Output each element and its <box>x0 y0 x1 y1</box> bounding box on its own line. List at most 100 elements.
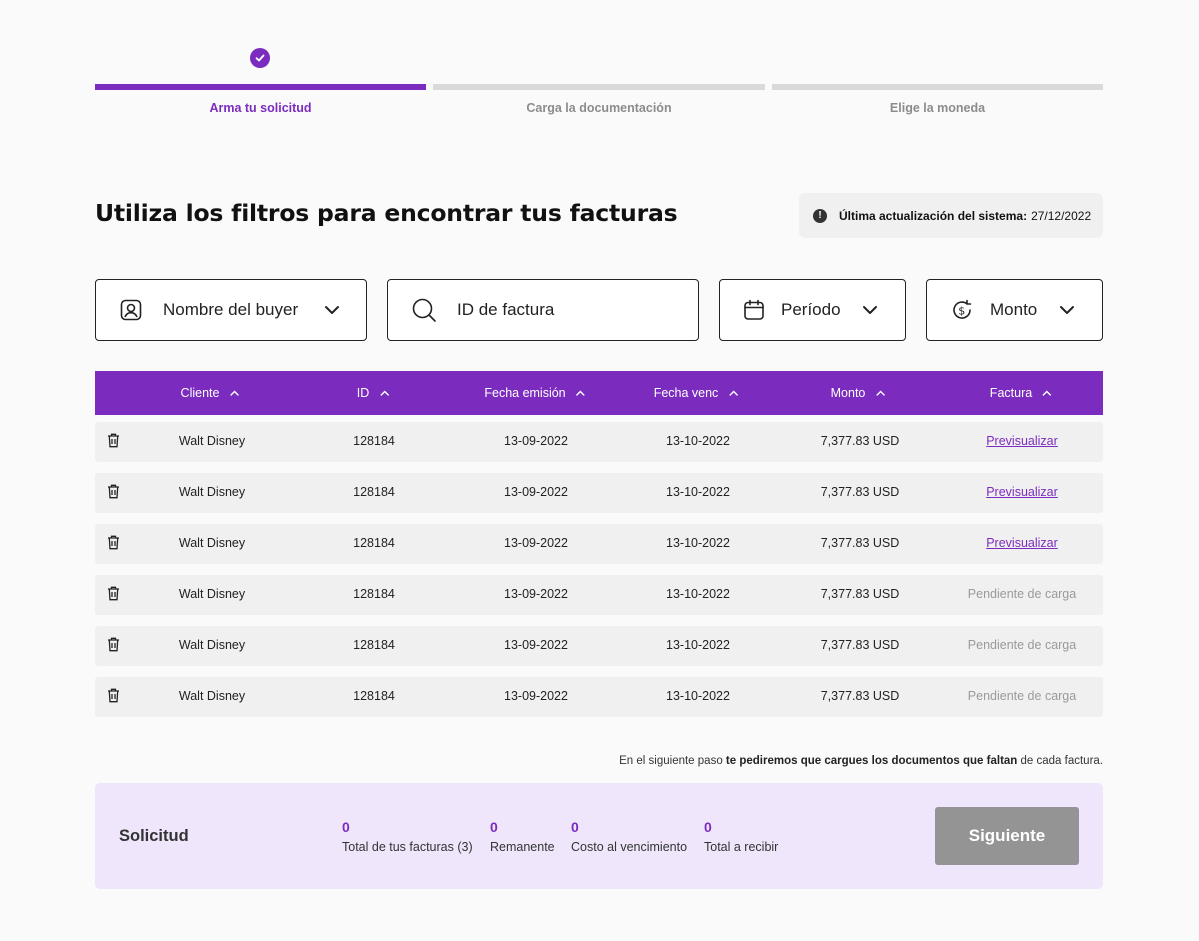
step-progress-bar <box>433 84 765 90</box>
system-update-notice: ! Última actualización del sistema: 27/1… <box>799 193 1103 238</box>
note-suffix: de cada factura. <box>1017 755 1103 767</box>
pending-status: Pendiente de carga <box>967 587 1077 601</box>
cell-fecha-venc: 13-10-2022 <box>666 485 730 499</box>
cell-id: 128184 <box>353 434 395 448</box>
cell-fecha-emision: 13-09-2022 <box>504 434 568 448</box>
cell-cliente: Walt Disney <box>178 638 246 652</box>
step-label: Carga la documentación <box>526 101 672 115</box>
metric-costo-vencimiento: 0 Costo al vencimiento <box>571 819 687 854</box>
check-icon <box>250 48 270 68</box>
trash-icon[interactable] <box>107 433 120 448</box>
cell-monto: 7,377.83 USD <box>820 587 900 601</box>
chevron-down-icon <box>862 302 878 318</box>
svg-text:$: $ <box>958 305 965 318</box>
info-icon: ! <box>813 208 827 223</box>
preview-link[interactable]: Previsualizar <box>986 485 1058 499</box>
chevron-down-icon <box>1059 302 1075 318</box>
next-button[interactable]: Siguiente <box>935 807 1079 865</box>
period-filter[interactable]: Período <box>719 279 906 341</box>
table-row: Walt Disney 128184 13-09-2022 13-10-2022… <box>95 422 1103 462</box>
step-label: Arma tu solicitud <box>209 101 312 115</box>
search-icon <box>411 297 437 323</box>
amount-filter[interactable]: $ Monto <box>926 279 1103 341</box>
cell-id: 128184 <box>353 536 395 550</box>
page-title: Utiliza los filtros para encontrar tus f… <box>95 199 678 227</box>
cell-id: 128184 <box>353 638 395 652</box>
cell-fecha-emision: 13-09-2022 <box>504 536 568 550</box>
cell-monto: 7,377.83 USD <box>820 485 900 499</box>
step-progress-bar <box>95 84 426 90</box>
trash-icon[interactable] <box>107 535 120 550</box>
step-arma-tu-solicitud[interactable]: Arma tu solicitud <box>95 84 426 115</box>
cell-monto: 7,377.83 USD <box>820 638 900 652</box>
sort-up-icon <box>875 389 885 397</box>
sort-up-icon <box>1042 389 1052 397</box>
column-header-fecha-emision[interactable]: Fecha emisión <box>484 386 585 400</box>
cell-fecha-venc: 13-10-2022 <box>666 638 730 652</box>
cell-monto: 7,377.83 USD <box>820 434 900 448</box>
metric-label: Total a recibir <box>704 840 779 854</box>
column-header-cliente[interactable]: Cliente <box>181 386 240 400</box>
buyer-filter-label: Nombre del buyer <box>163 300 299 319</box>
cell-cliente: Walt Disney <box>178 536 246 550</box>
trash-icon[interactable] <box>107 637 120 652</box>
column-header-monto[interactable]: Monto <box>831 386 886 400</box>
cell-fecha-emision: 13-09-2022 <box>504 638 568 652</box>
column-header-label: Fecha venc <box>653 386 719 400</box>
table-row: Walt Disney 128184 13-09-2022 13-10-2022… <box>95 524 1103 564</box>
chevron-down-icon <box>324 302 340 318</box>
cell-id: 128184 <box>353 689 395 703</box>
cell-fecha-venc: 13-10-2022 <box>666 536 730 550</box>
sort-up-icon <box>379 389 389 397</box>
cell-monto: 7,377.83 USD <box>820 536 900 550</box>
invoices-table: Cliente ID Fecha emisión Fecha venc Mont… <box>95 371 1103 717</box>
trash-icon[interactable] <box>107 688 120 703</box>
cell-fecha-venc: 13-10-2022 <box>666 689 730 703</box>
step-elige-moneda[interactable]: Elige la moneda <box>772 84 1103 115</box>
trash-icon[interactable] <box>107 586 120 601</box>
cell-cliente: Walt Disney <box>178 485 246 499</box>
column-header-fecha-venc[interactable]: Fecha venc <box>654 386 739 400</box>
column-header-label: ID <box>356 386 370 400</box>
metric-value: 0 <box>571 819 579 835</box>
period-filter-label: Período <box>781 300 841 319</box>
metric-value: 0 <box>490 819 498 835</box>
cell-id: 128184 <box>353 485 395 499</box>
buyer-filter[interactable]: Nombre del buyer <box>95 279 367 341</box>
cell-fecha-venc: 13-10-2022 <box>666 434 730 448</box>
dollar-refresh-icon: $ <box>950 298 974 322</box>
invoice-id-input[interactable] <box>457 300 677 320</box>
next-step-note: En el siguiente paso te pediremos que ca… <box>619 755 1103 767</box>
step-progress-bar <box>772 84 1103 90</box>
amount-filter-label: Monto <box>990 300 1038 319</box>
cell-cliente: Walt Disney <box>178 689 246 703</box>
sort-up-icon <box>728 389 738 397</box>
stepper: Arma tu solicitud Carga la documentación… <box>95 46 1103 116</box>
metric-label: Total de tus facturas (3) <box>342 840 473 854</box>
pending-status: Pendiente de carga <box>967 689 1077 703</box>
trash-icon[interactable] <box>107 484 120 499</box>
metric-remanente: 0 Remanente <box>490 819 555 854</box>
cell-fecha-emision: 13-09-2022 <box>504 485 568 499</box>
column-header-factura[interactable]: Factura <box>990 386 1052 400</box>
step-carga-documentacion[interactable]: Carga la documentación <box>433 84 765 115</box>
preview-link[interactable]: Previsualizar <box>986 536 1058 550</box>
table-row: Walt Disney 128184 13-09-2022 13-10-2022… <box>95 626 1103 666</box>
metric-value: 0 <box>342 819 350 835</box>
table-row: Walt Disney 128184 13-09-2022 13-10-2022… <box>95 677 1103 717</box>
column-header-label: Cliente <box>180 386 220 400</box>
cell-monto: 7,377.83 USD <box>820 689 900 703</box>
cell-cliente: Walt Disney <box>178 434 246 448</box>
update-label: Última actualización del sistema: <box>839 208 1028 223</box>
invoice-id-search[interactable] <box>387 279 699 341</box>
column-header-label: Monto <box>830 386 866 400</box>
cell-id: 128184 <box>353 587 395 601</box>
column-header-label: Fecha emisión <box>484 386 566 400</box>
table-row: Walt Disney 128184 13-09-2022 13-10-2022… <box>95 575 1103 615</box>
metric-total-recibir: 0 Total a recibir <box>704 819 778 854</box>
column-header-label: Factura <box>989 386 1033 400</box>
column-header-id[interactable]: ID <box>357 386 390 400</box>
note-bold: te pediremos que cargues los documentos … <box>725 755 1018 767</box>
preview-link[interactable]: Previsualizar <box>986 434 1058 448</box>
request-summary: Solicitud 0 Total de tus facturas (3) 0 … <box>95 783 1103 889</box>
